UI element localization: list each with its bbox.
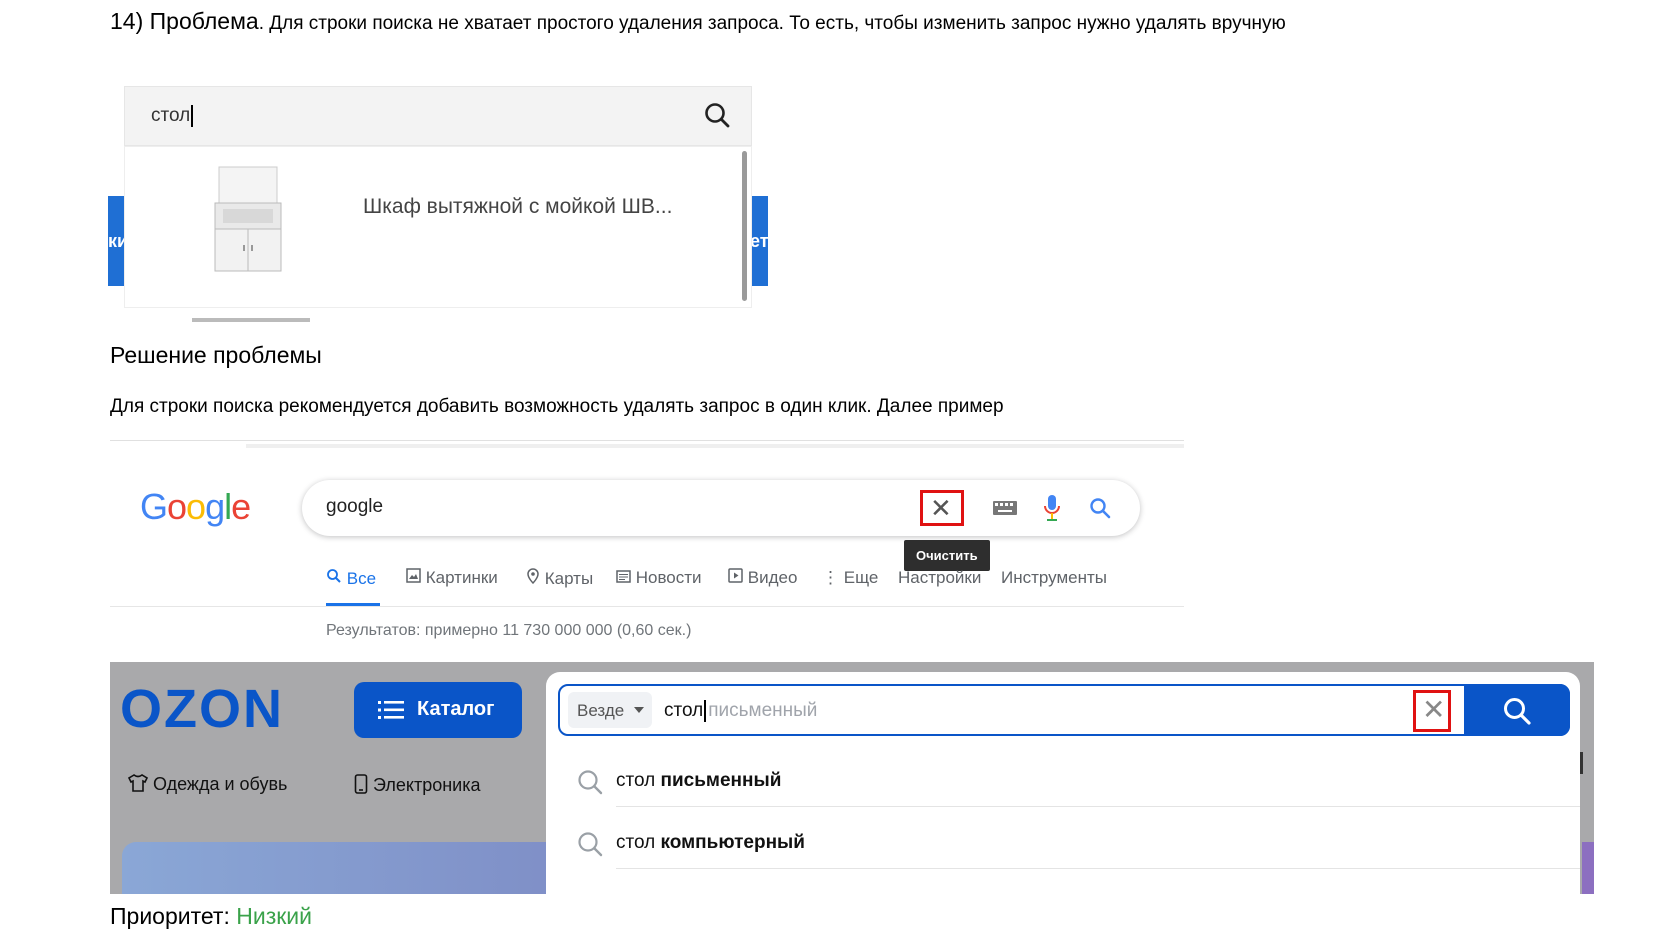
divider [246,444,1184,448]
shop-search-query: стол [151,105,194,127]
search-icon [576,830,604,864]
search-icon [1504,698,1531,725]
divider [616,868,1580,869]
tab-video[interactable]: Видео [728,568,797,588]
search-icon[interactable] [1088,496,1112,525]
clear-highlight [920,490,964,526]
ozon-logo[interactable]: OZON [120,678,284,740]
shop-suggestion-dropdown: Шкаф вытяжной с мойкой ШВ... [124,146,752,308]
divider [110,440,1184,441]
problem-heading: 14) Проблема. Для строки поиска не хвата… [110,8,1286,35]
solution-text: Для строки поиска рекомендуется добавить… [110,396,1004,417]
category-label: Одежда и обувь [153,774,288,794]
google-search-box[interactable]: google ✕ [302,480,1140,536]
tab-label: Видео [747,568,798,587]
right-blue-banner: ет [750,196,768,286]
tab-more[interactable]: ⋮ Еще [822,568,878,588]
search-icon[interactable] [703,101,731,134]
keyboard-icon[interactable] [992,500,1018,521]
tab-label: Инструменты [1001,568,1108,587]
suggestion-base: стол [616,832,656,853]
carousel-indicator [192,318,310,322]
results-stats: Результатов: примерно 11 730 000 000 (0,… [326,622,692,639]
microphone-icon[interactable] [1042,494,1062,527]
tab-label: Картинки [425,568,498,587]
clear-highlight [1413,690,1451,732]
category-label: Электроника [373,775,481,795]
google-search-query[interactable]: google [326,496,383,518]
divider [110,606,1184,607]
video-icon [728,568,743,583]
tab-label: Настройки [898,568,982,587]
ozon-search-bar[interactable]: Везде стол письменный ✕ [558,684,1570,736]
tab-news[interactable]: Новости [616,568,702,588]
news-icon [616,570,631,583]
search-icon [576,768,604,802]
shop-search-input[interactable]: стол [124,86,752,146]
product-thumbnail[interactable] [213,165,285,280]
problem-description: . Для строки поиска не хватает простого … [258,13,1286,34]
shirt-icon [127,774,149,792]
tab-label: Новости [635,568,702,587]
clear-tooltip: Очистить [904,540,990,571]
product-suggestion-name[interactable]: Шкаф вытяжной с мойкой ШВ... [363,195,672,219]
category-electronics[interactable]: Электроника [354,774,481,796]
divider [1580,752,1583,774]
tab-images[interactable]: Картинки [406,568,498,588]
image-icon [406,568,421,583]
google-logo[interactable]: Google [140,486,251,528]
promo-banner-edge [1582,842,1594,894]
ozon-screenshot: OZON Каталог Одежда и обувь Электроника … [110,662,1594,894]
tab-label: Карты [544,569,594,588]
tab-label: Все [346,569,377,588]
priority-value: Низкий [236,903,312,929]
chevron-down-icon [634,707,644,713]
autocomplete-hint: письменный [708,700,818,722]
suggestion-base: стол [616,770,656,791]
scope-label: Везде [577,701,625,720]
priority-label: Приоритет: [110,903,237,929]
scope-select[interactable]: Везде [568,692,652,728]
typed-query: стол [664,700,704,722]
ozon-search-input[interactable]: стол письменный [664,700,817,722]
shop-search-screenshot: ки ет стол Шкаф вытяжной с мойкой ШВ... [108,80,768,325]
divider [616,806,1580,807]
category-clothes[interactable]: Одежда и обувь [127,774,288,795]
catalog-button[interactable]: Каталог [354,682,522,738]
catalog-label: Каталог [417,698,495,720]
text-caret [704,700,707,722]
tab-settings[interactable]: Настройки [898,568,981,588]
search-suggestion-panel: Везде стол письменный ✕ стол письменный с… [546,672,1580,894]
google-screenshot: Google google ✕ Очистить Все Картинки Ка… [110,440,1184,655]
tab-maps[interactable]: Карты [526,568,593,589]
search-icon [327,569,341,583]
solution-heading: Решение проблемы [110,342,322,368]
search-button[interactable] [1464,684,1570,736]
promo-banner[interactable] [122,842,562,894]
tab-tools[interactable]: Инструменты [1001,568,1107,588]
text-caret [191,105,194,127]
problem-title: 14) Проблема [110,8,259,34]
phone-icon [354,774,368,794]
suggestion-completion: компьютерный [660,832,805,853]
more-vert-icon: ⋮ [822,568,839,587]
map-pin-icon [527,568,539,585]
suggestion-completion: письменный [660,770,782,791]
menu-icon [378,700,404,726]
priority-line: Приоритет: Низкий [110,903,312,930]
scrollbar[interactable] [742,151,747,301]
tab-label: Еще [843,568,879,587]
tab-all[interactable]: Все [326,568,376,589]
